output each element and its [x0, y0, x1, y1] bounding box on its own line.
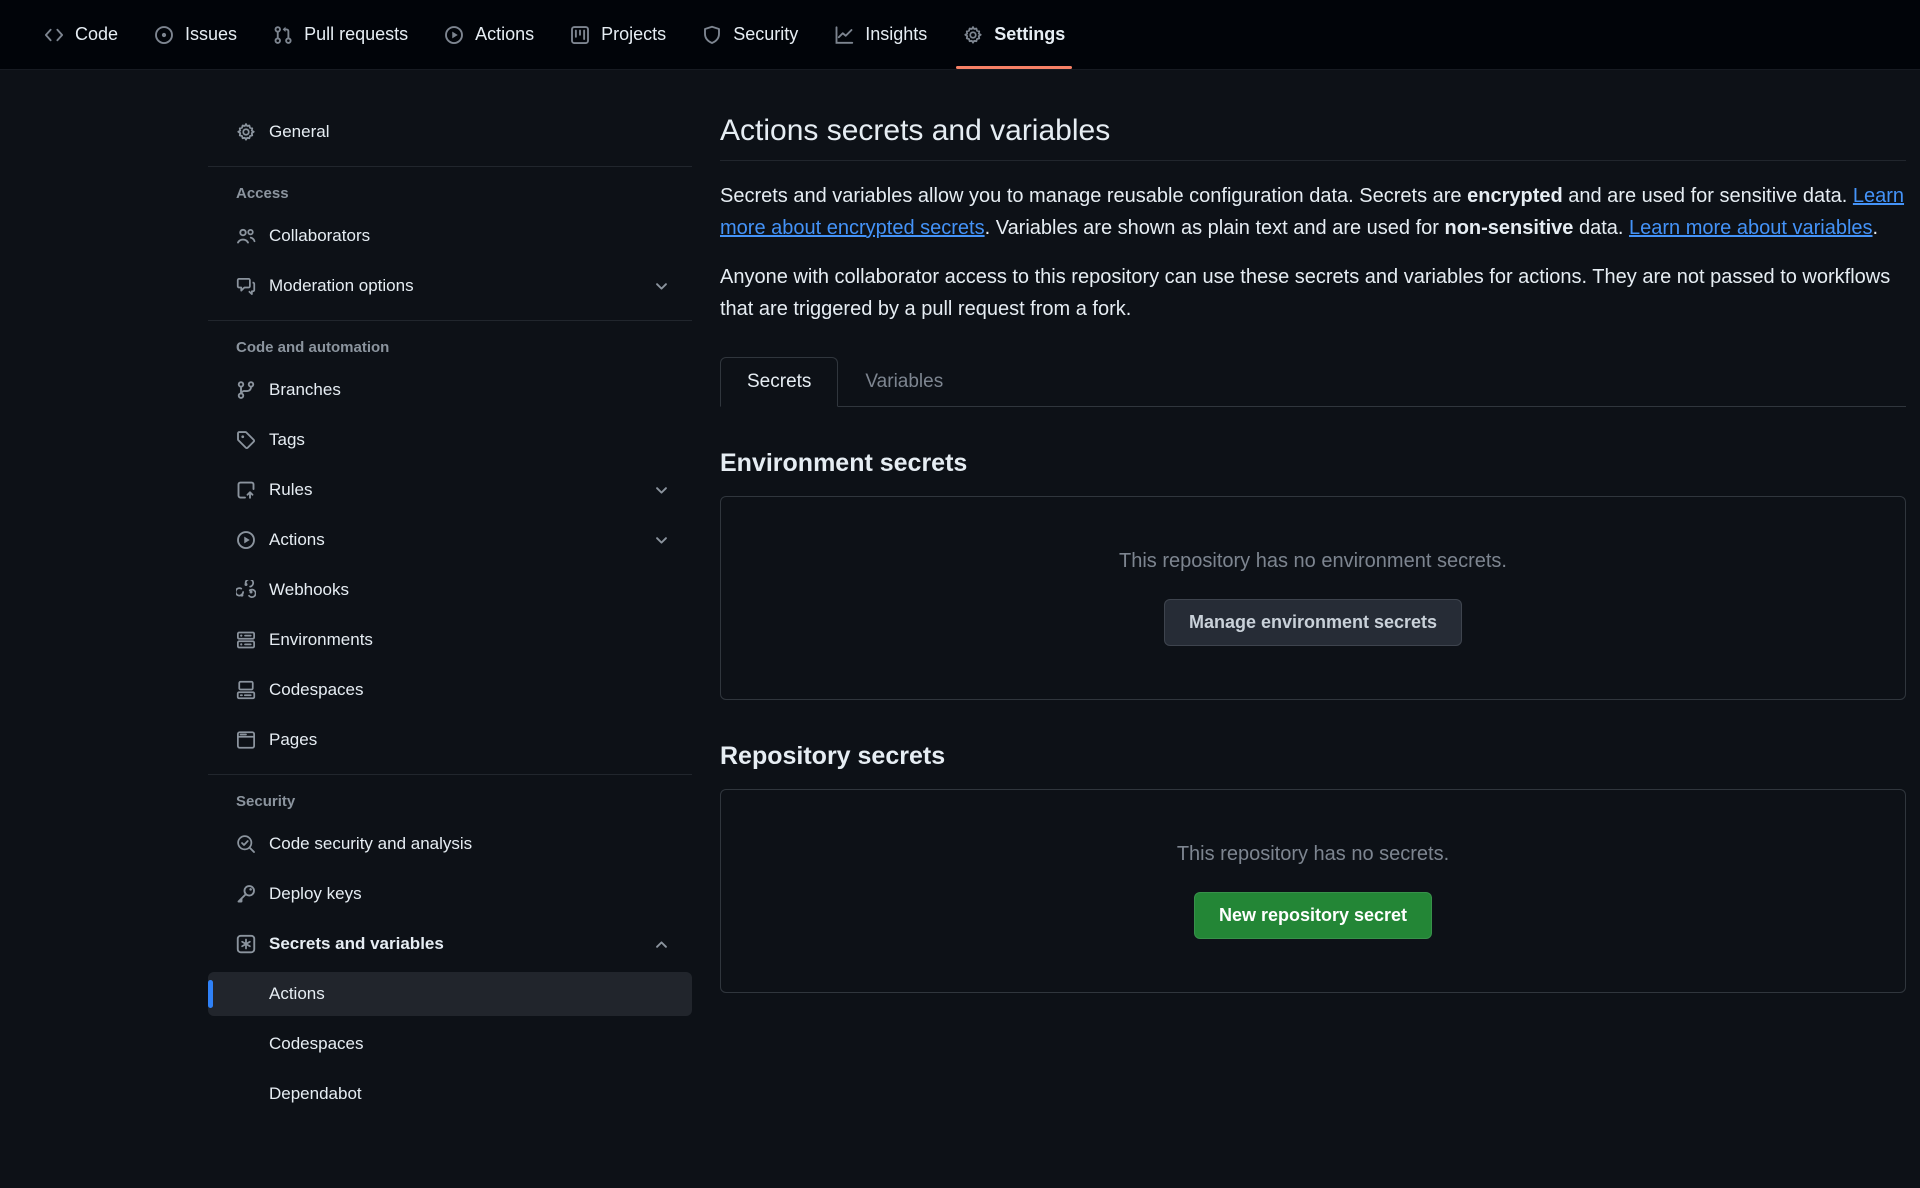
- repository-secrets-heading: Repository secrets: [720, 742, 1906, 771]
- chevron-down-icon: [653, 482, 670, 499]
- tab-secrets[interactable]: Secrets: [720, 357, 838, 407]
- sidebar-item-moderation-options[interactable]: Moderation options: [208, 264, 692, 308]
- nav-tab-security[interactable]: Security: [687, 0, 813, 69]
- settings-sidebar: General Access Collaborators Moderation …: [208, 110, 692, 1122]
- repo-tab-navigation: Code Issues Pull requests Actions Projec…: [0, 0, 1920, 70]
- gear-icon: [236, 122, 256, 142]
- chevron-up-icon: [653, 936, 670, 953]
- sidebar-item-actions[interactable]: Actions: [208, 518, 692, 562]
- comment-discussion-icon: [236, 276, 256, 296]
- chevron-down-icon: [653, 278, 670, 295]
- environment-secrets-empty-box: This repository has no environment secre…: [720, 496, 1906, 700]
- key-icon: [236, 884, 256, 904]
- new-repository-secret-button[interactable]: New repository secret: [1194, 892, 1432, 939]
- nav-tab-code[interactable]: Code: [29, 0, 133, 69]
- gear-icon: [963, 25, 983, 45]
- non-sensitive-emphasis: non-sensitive: [1445, 217, 1574, 239]
- active-tab-underline: [956, 66, 1072, 69]
- server-icon: [236, 630, 256, 650]
- sidebar-section-access: Access: [208, 181, 692, 214]
- intro-paragraph: Secrets and variables allow you to manag…: [720, 181, 1906, 244]
- sidebar-subitem-dependabot-secrets[interactable]: Dependabot: [208, 1072, 692, 1116]
- sidebar-subitem-codespaces-secrets[interactable]: Codespaces: [208, 1022, 692, 1066]
- repository-secrets-empty-box: This repository has no secrets. New repo…: [720, 789, 1906, 993]
- tab-variables[interactable]: Variables: [838, 357, 970, 407]
- sidebar-divider: [208, 774, 692, 775]
- page-title: Actions secrets and variables: [720, 114, 1906, 161]
- browser-icon: [236, 730, 256, 750]
- sidebar-section-security: Security: [208, 789, 692, 822]
- sidebar-item-general[interactable]: General: [208, 110, 692, 154]
- chevron-down-icon: [653, 532, 670, 549]
- sidebar-item-tags[interactable]: Tags: [208, 418, 692, 462]
- manage-environment-secrets-button[interactable]: Manage environment secrets: [1164, 599, 1462, 646]
- link-learn-more-variables[interactable]: Learn more about variables: [1629, 217, 1872, 239]
- play-icon: [236, 530, 256, 550]
- nav-tab-issues[interactable]: Issues: [139, 0, 252, 69]
- sidebar-item-branches[interactable]: Branches: [208, 368, 692, 412]
- webhook-icon: [236, 580, 256, 600]
- sidebar-item-secrets-and-variables[interactable]: Secrets and variables: [208, 922, 692, 966]
- repository-secrets-empty-message: This repository has no secrets.: [1177, 843, 1449, 866]
- sidebar-item-deploy-keys[interactable]: Deploy keys: [208, 872, 692, 916]
- collaborator-access-paragraph: Anyone with collaborator access to this …: [720, 262, 1906, 325]
- sidebar-item-codespaces[interactable]: Codespaces: [208, 668, 692, 712]
- nav-tab-actions[interactable]: Actions: [429, 0, 549, 69]
- shield-icon: [702, 25, 722, 45]
- sidebar-item-collaborators[interactable]: Collaborators: [208, 214, 692, 258]
- encrypted-emphasis: encrypted: [1467, 185, 1563, 207]
- environment-secrets-empty-message: This repository has no environment secre…: [1119, 550, 1507, 573]
- git-pull-request-icon: [273, 25, 293, 45]
- project-table-icon: [570, 25, 590, 45]
- codescan-icon: [236, 834, 256, 854]
- graph-icon: [834, 25, 854, 45]
- nav-tab-projects[interactable]: Projects: [555, 0, 681, 69]
- people-icon: [236, 226, 256, 246]
- rules-icon: [236, 480, 256, 500]
- sidebar-divider: [208, 166, 692, 167]
- play-icon: [444, 25, 464, 45]
- sidebar-divider: [208, 320, 692, 321]
- nav-tab-pull-requests[interactable]: Pull requests: [258, 0, 423, 69]
- sidebar-item-code-security-and-analysis[interactable]: Code security and analysis: [208, 822, 692, 866]
- secrets-variables-tabnav: Secrets Variables: [720, 357, 1906, 407]
- sidebar-item-pages[interactable]: Pages: [208, 718, 692, 762]
- nav-tab-insights[interactable]: Insights: [819, 0, 942, 69]
- sidebar-subitem-actions-secrets[interactable]: Actions: [208, 972, 692, 1016]
- environment-secrets-heading: Environment secrets: [720, 449, 1906, 478]
- key-asterisk-icon: [236, 934, 256, 954]
- codespaces-icon: [236, 680, 256, 700]
- issue-opened-icon: [154, 25, 174, 45]
- code-icon: [44, 25, 64, 45]
- settings-content: Actions secrets and variables Secrets an…: [720, 110, 1906, 993]
- nav-tab-settings[interactable]: Settings: [948, 0, 1080, 69]
- git-branch-icon: [236, 380, 256, 400]
- sidebar-item-webhooks[interactable]: Webhooks: [208, 568, 692, 612]
- sidebar-item-rules[interactable]: Rules: [208, 468, 692, 512]
- tag-icon: [236, 430, 256, 450]
- sidebar-section-code-and-automation: Code and automation: [208, 335, 692, 368]
- sidebar-item-environments[interactable]: Environments: [208, 618, 692, 662]
